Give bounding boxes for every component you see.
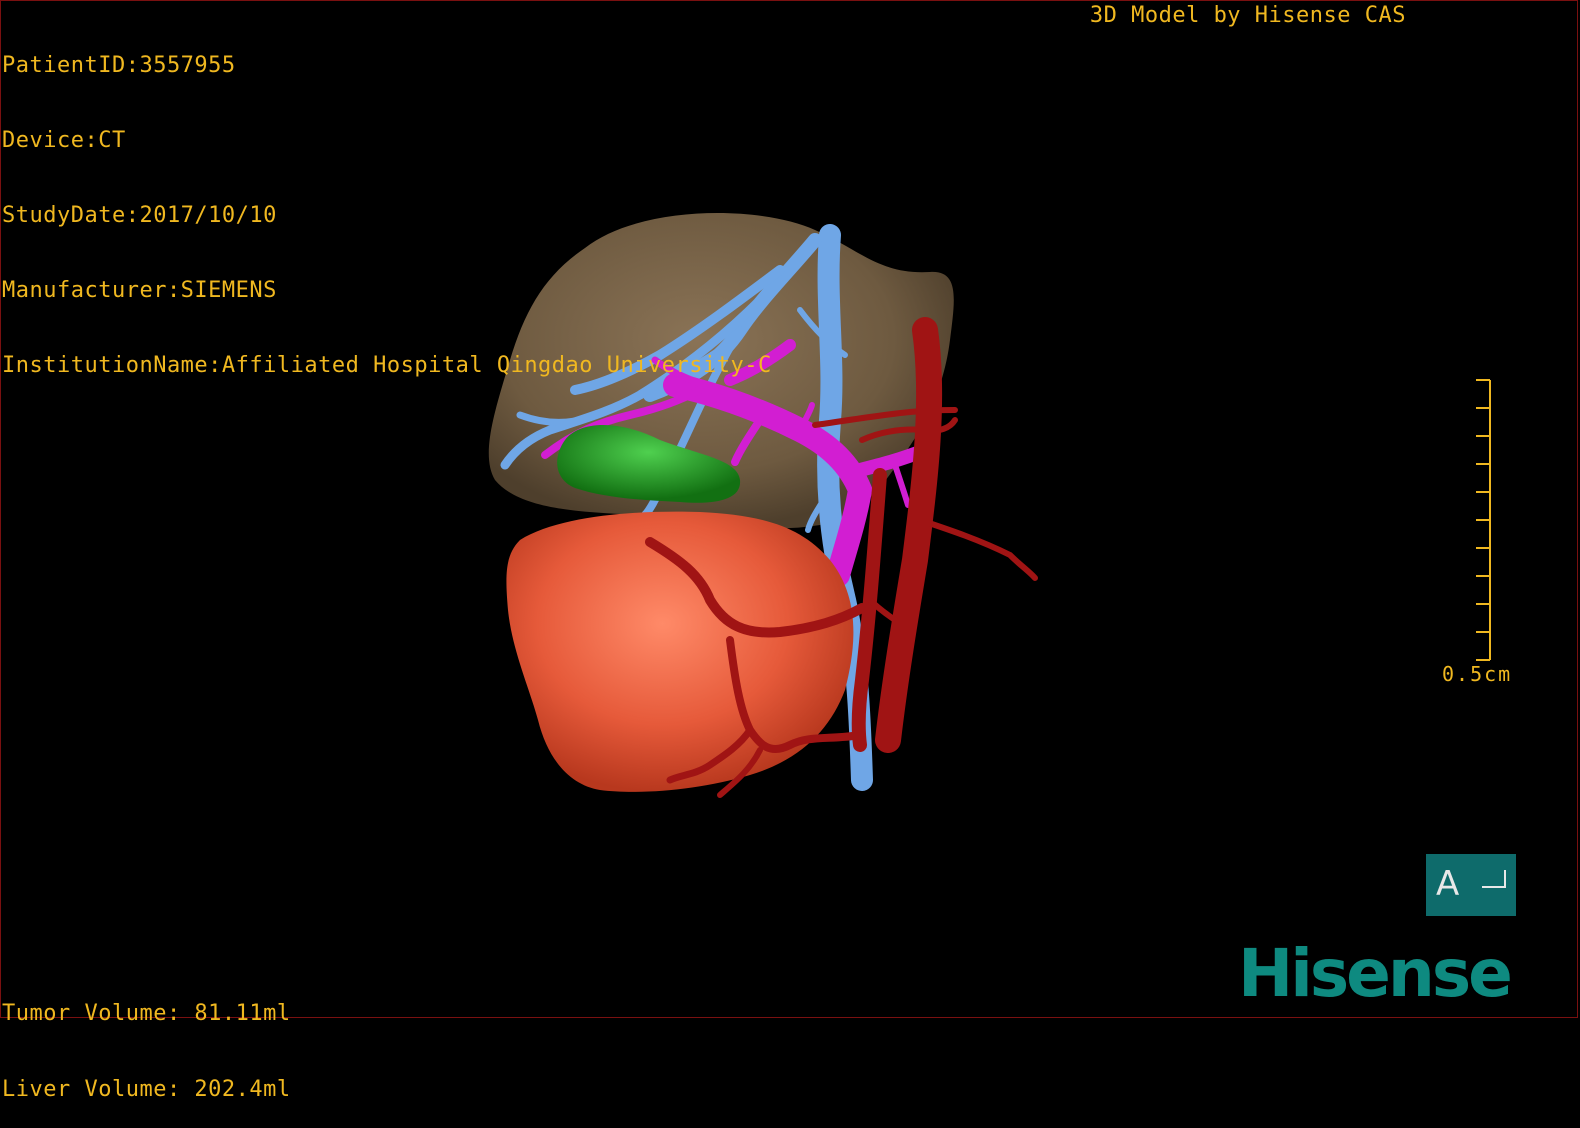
liver-volume-text: Liver Volume: 202.4ml — [2, 1077, 291, 1102]
manufacturer-text: Manufacturer:SIEMENS — [2, 278, 277, 303]
orientation-letter: A — [1436, 864, 1460, 904]
tumor-volume-text: Tumor Volume: 81.11ml — [2, 1001, 291, 1026]
tumor-model[interactable] — [506, 511, 854, 792]
orientation-axis-icon — [1482, 870, 1506, 888]
hisense-logo: Hisense — [1238, 935, 1513, 1012]
scale-bar-label: 0.5cm — [1442, 662, 1513, 686]
scale-bar — [1476, 379, 1491, 661]
volume-panel: Tumor Volume: 81.11ml Liver Volume: 202.… — [2, 951, 291, 1128]
model-credit-text: 3D Model by Hisense CAS — [1089, 3, 1406, 28]
device-text: Device:CT — [2, 128, 126, 153]
patient-id-text: PatientID:3557955 — [2, 53, 236, 78]
orientation-indicator[interactable]: A — [1426, 854, 1516, 916]
study-date-text: StudyDate:2017/10/10 — [2, 203, 277, 228]
institution-text: InstitutionName:Affiliated Hospital Qing… — [2, 353, 772, 378]
patient-info-panel: PatientID:3557955 Device:CT StudyDate:20… — [2, 3, 772, 403]
